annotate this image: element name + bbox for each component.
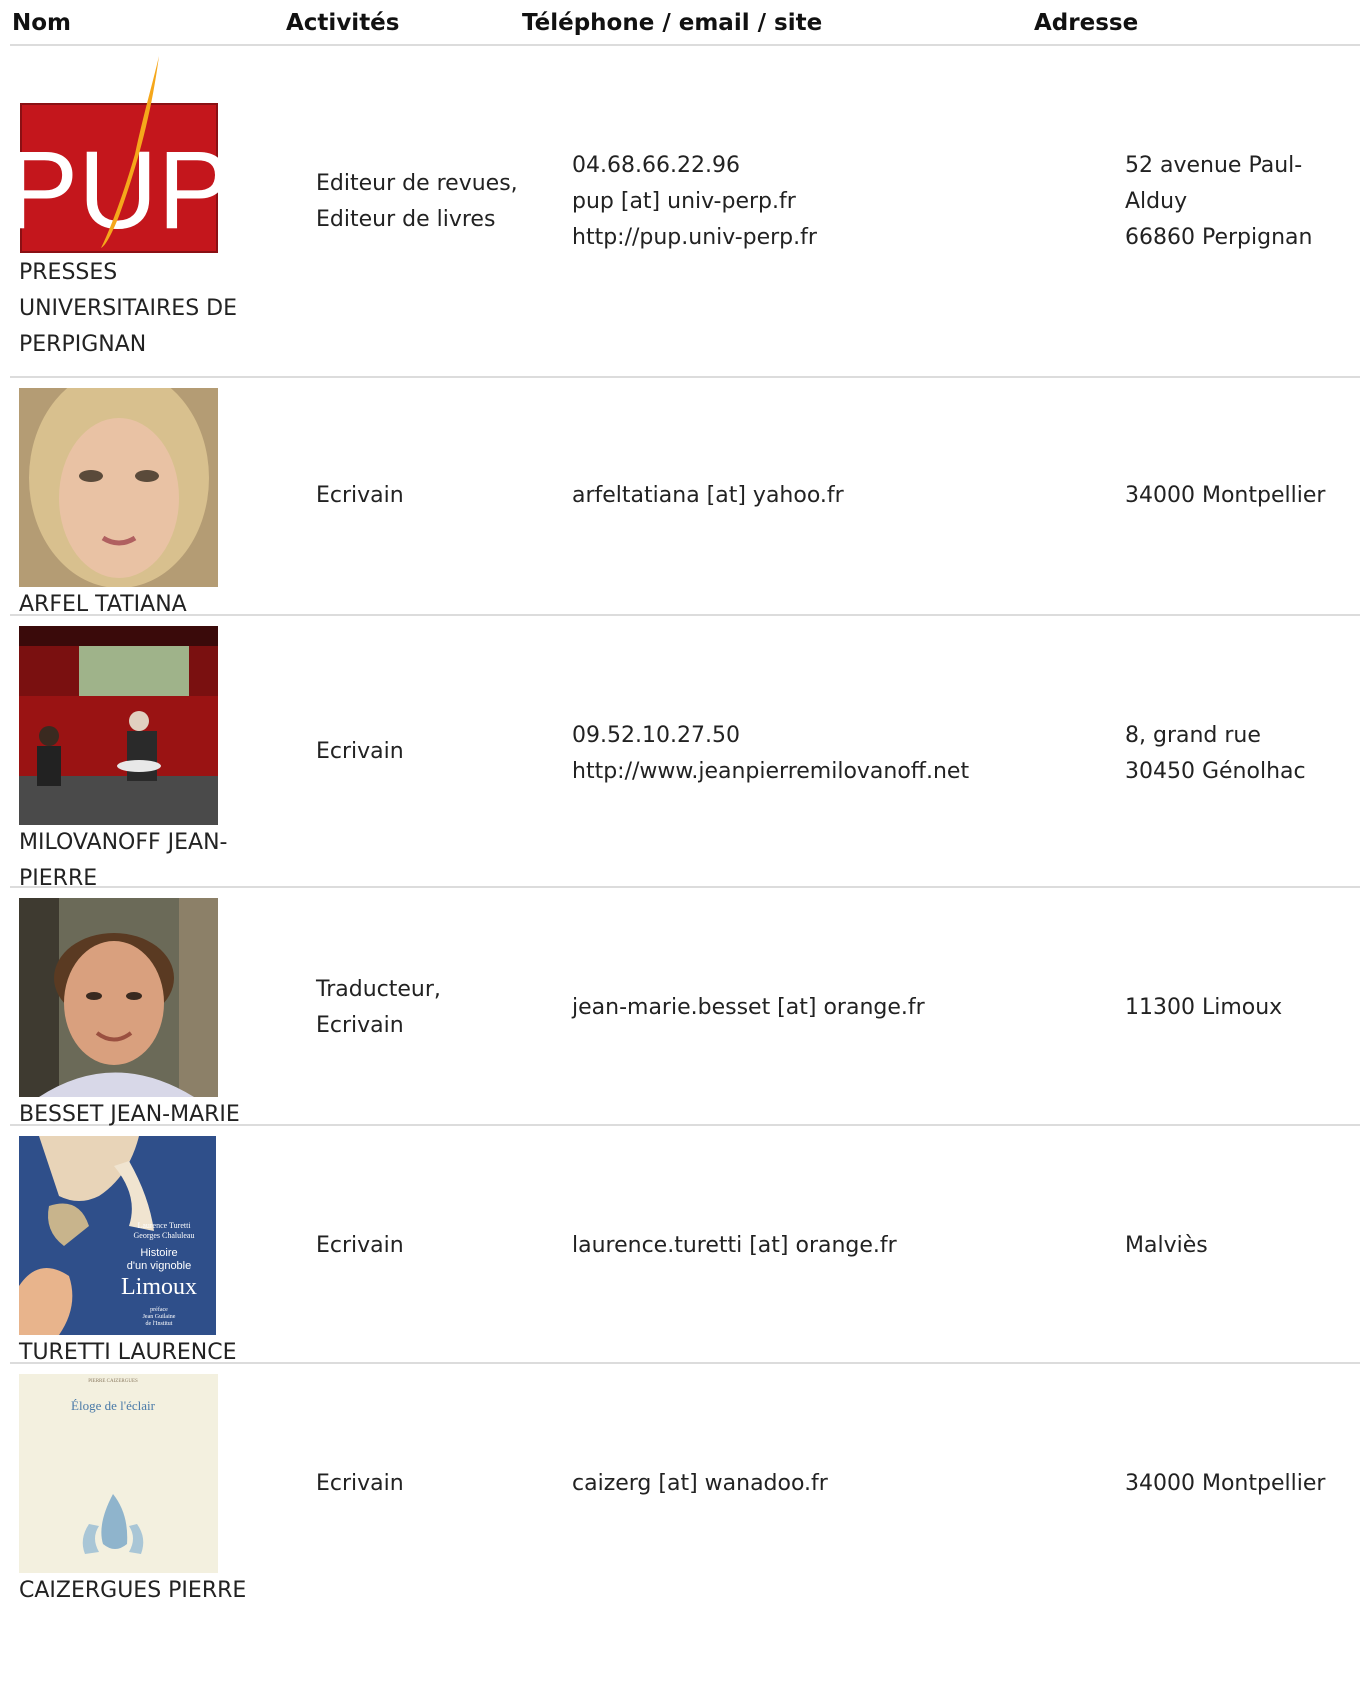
entry-name-line: UNIVERSITAIRES DE [19,296,237,321]
email-link[interactable]: laurence.turetti [at] orange.fr [572,1228,1112,1264]
email-link[interactable]: jean-marie.besset [at] orange.fr [572,990,1112,1026]
address-line: Alduy [1125,189,1188,214]
table-row: Laurence Turetti Georges Chaluleau Histo… [10,1126,1360,1365]
table-row: PIERRE CAIZERGUES Éloge de l'éclair CAIZ… [10,1364,1360,1603]
address-cell: 8, grand rue 30450 Génolhac [1125,718,1357,790]
name-cell: PIERRE CAIZERGUES Éloge de l'éclair CAIZ… [19,1374,269,1609]
contact-cell: laurence.turetti [at] orange.fr [572,1228,1112,1264]
activities-cell: Traducteur, Ecrivain [316,972,556,1044]
svg-text:PIERRE CAIZERGUES: PIERRE CAIZERGUES [88,1379,138,1384]
svg-text:Jean Guilaine: Jean Guilaine [143,1314,176,1320]
table-header: Nom Activités Téléphone / email / site A… [10,0,1360,46]
pup-logo-text: PUP [19,129,218,252]
book-cover-limoux-image: Laurence Turetti Georges Chaluleau Histo… [19,1136,218,1335]
activity-line: Ecrivain [316,739,404,764]
contact-cell: 09.52.10.27.50 http://www.jeanpierremilo… [572,718,1112,790]
svg-text:de l'Institut: de l'Institut [146,1321,173,1327]
portrait-man-image [19,898,218,1097]
email-link[interactable]: arfeltatiana [at] yahoo.fr [572,478,1112,514]
book-cover-eloge-image: PIERRE CAIZERGUES Éloge de l'éclair [19,1374,218,1573]
name-cell: Laurence Turetti Georges Chaluleau Histo… [19,1136,269,1371]
svg-text:d'un vignoble: d'un vignoble [127,1260,192,1272]
svg-text:Histoire: Histoire [140,1247,177,1259]
table-row: PUP PRESSES UNIVERSITAIRES DE PERPIGNAN … [10,46,1360,378]
header-activities: Activités [286,10,400,36]
table-row: ARFEL TATIANA Ecrivain arfeltatiana [at]… [10,378,1360,617]
address-line: 66860 Perpignan [1125,225,1313,250]
website-link[interactable]: http://www.jeanpierremilovanoff.net [572,754,1112,790]
contact-cell: 04.68.66.22.96 pup [at] univ-perp.fr htt… [572,148,1112,256]
activity-line: Ecrivain [316,1233,404,1258]
table-row: BESSET JEAN-MARIE Traducteur, Ecrivain j… [10,888,1360,1127]
name-cell: MILOVANOFF JEAN- PIERRE [19,626,269,897]
activity-line: Traducteur, [316,977,441,1002]
activity-line: Editeur de livres [316,207,496,232]
svg-text:Laurence Turetti: Laurence Turetti [137,1221,191,1230]
header-contact: Téléphone / email / site [522,10,823,36]
address-cell: 34000 Montpellier [1125,1466,1357,1502]
activities-cell: Ecrivain [316,478,556,514]
email-link[interactable]: pup [at] univ-perp.fr [572,184,1112,220]
address-line: Malviès [1125,1233,1208,1258]
entry-name-line: PRESSES [19,260,118,285]
directory-table: Nom Activités Téléphone / email / site A… [10,0,1360,1603]
stage-reading-photo [19,626,218,825]
activity-line: Ecrivain [316,1013,404,1038]
svg-text:Limoux: Limoux [121,1274,197,1300]
table-row: MILOVANOFF JEAN- PIERRE Ecrivain 09.52.1… [10,616,1360,891]
svg-text:préface: préface [150,1306,168,1313]
address-line: 30450 Génolhac [1125,759,1306,784]
phone-text: 09.52.10.27.50 [572,723,740,748]
activities-cell: Ecrivain [316,1228,556,1264]
entry-name-line: PERPIGNAN [19,332,147,357]
name-cell: BESSET JEAN-MARIE [19,898,269,1133]
contact-cell: arfeltatiana [at] yahoo.fr [572,478,1112,514]
address-cell: 52 avenue Paul- Alduy 66860 Perpignan [1125,148,1357,256]
activity-line: Editeur de revues, [316,171,518,196]
activities-cell: Editeur de revues, Editeur de livres [316,166,556,238]
activities-cell: Ecrivain [316,734,556,770]
activity-line: Ecrivain [316,483,404,508]
portrait-woman-image [19,388,218,587]
address-cell: 11300 Limoux [1125,990,1357,1026]
address-line: 34000 Montpellier [1125,1471,1326,1496]
email-link[interactable]: caizerg [at] wanadoo.fr [572,1466,1112,1502]
header-name: Nom [12,10,72,36]
activities-cell: Ecrivain [316,1466,556,1502]
entry-name-line: CAIZERGUES PIERRE [19,1578,247,1603]
address-line: 11300 Limoux [1125,995,1283,1020]
svg-text:Georges Chaluleau: Georges Chaluleau [134,1231,195,1240]
name-cell: ARFEL TATIANA [19,388,269,623]
website-link[interactable]: http://pup.univ-perp.fr [572,220,1112,256]
header-address: Adresse [1034,10,1139,36]
address-cell: Malviès [1125,1228,1357,1264]
address-line: 52 avenue Paul- [1125,153,1303,178]
address-cell: 34000 Montpellier [1125,478,1357,514]
name-cell: PUP PRESSES UNIVERSITAIRES DE PERPIGNAN [19,56,269,363]
address-line: 34000 Montpellier [1125,483,1326,508]
pup-logo-image: PUP [19,56,218,255]
address-line: 8, grand rue [1125,723,1261,748]
contact-cell: caizerg [at] wanadoo.fr [572,1466,1112,1502]
activity-line: Ecrivain [316,1471,404,1496]
phone-text: 04.68.66.22.96 [572,153,740,178]
contact-cell: jean-marie.besset [at] orange.fr [572,990,1112,1026]
entry-name-line: MILOVANOFF JEAN- [19,830,228,855]
svg-text:Éloge de l'éclair: Éloge de l'éclair [71,1398,156,1413]
